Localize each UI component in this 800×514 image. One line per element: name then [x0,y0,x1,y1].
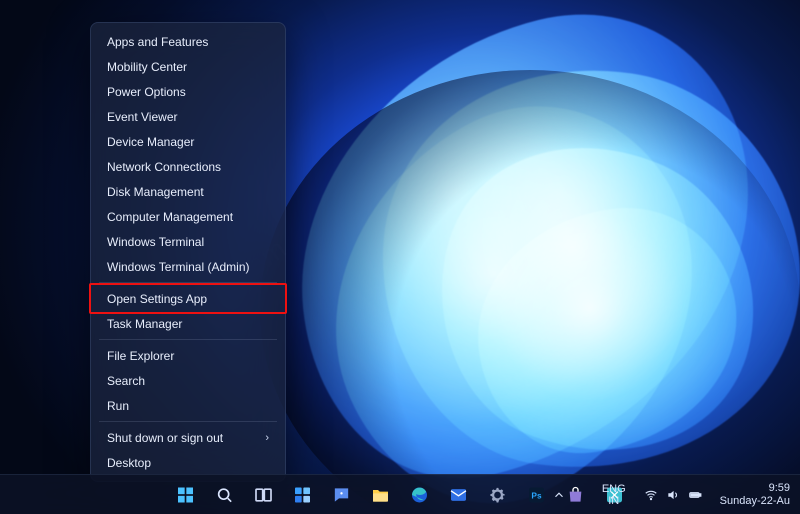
taskbar-file-explorer-icon[interactable] [364,478,398,512]
winx-item-disk-management[interactable]: Disk Management [93,179,283,204]
language-indicator[interactable]: ENG IN [598,478,630,512]
clock-date: Sunday-22-Au [720,495,790,508]
winx-item-desktop[interactable]: Desktop [93,450,283,475]
winx-item-device-manager[interactable]: Device Manager [93,129,283,154]
menu-separator [99,339,277,340]
winx-item-run[interactable]: Run [93,393,283,418]
winx-item-label: Network Connections [107,160,221,174]
winx-item-event-viewer[interactable]: Event Viewer [93,104,283,129]
winx-item-label: Windows Terminal (Admin) [107,260,249,274]
winx-item-label: Open Settings App [107,292,207,306]
winx-item-label: Mobility Center [107,60,187,74]
taskbar-chat-icon[interactable] [325,478,359,512]
menu-separator [99,421,277,422]
winx-item-label: Desktop [107,456,151,470]
battery-icon [688,488,702,502]
taskbar-edge-icon[interactable] [403,478,437,512]
winx-context-menu[interactable]: Apps and Features Mobility Center Power Op… [90,22,286,482]
taskbar-mail-icon[interactable] [442,478,476,512]
taskbar-clock[interactable]: 9:59 Sunday-22-Au [716,478,794,512]
taskbar-search-icon[interactable] [208,478,242,512]
winx-item-network-connections[interactable]: Network Connections [93,154,283,179]
winx-item-label: Task Manager [107,317,182,331]
winx-item-label: Power Options [107,85,186,99]
taskbar-widgets-icon[interactable] [286,478,320,512]
wifi-icon [644,488,658,502]
winx-item-power-options[interactable]: Power Options [93,79,283,104]
winx-item-label: Search [107,374,145,388]
winx-item-mobility-center[interactable]: Mobility Center [93,54,283,79]
language-primary: ENG [602,483,626,495]
winx-item-shut-down-or-sign-out[interactable]: Shut down or sign out › [93,425,283,450]
clock-time: 9:59 [720,482,790,495]
tray-status-group[interactable] [640,478,706,512]
language-secondary: IN [602,495,626,507]
tray-overflow-chevron[interactable] [548,478,570,512]
chevron-right-icon: › [265,432,269,444]
winx-item-windows-terminal-admin[interactable]: Windows Terminal (Admin) [93,254,283,279]
winx-item-windows-terminal[interactable]: Windows Terminal [93,229,283,254]
winx-item-apps-and-features[interactable]: Apps and Features [93,29,283,54]
winx-item-computer-management[interactable]: Computer Management [93,204,283,229]
system-tray: ENG IN 9:59 Sunday-22-Au [548,475,794,514]
winx-item-file-explorer[interactable]: File Explorer [93,343,283,368]
svg-text:Ps: Ps [531,490,542,500]
winx-item-label: Computer Management [107,210,233,224]
winx-item-label: Run [107,399,129,413]
winx-item-search[interactable]: Search [93,368,283,393]
taskbar: Ps ENG IN 9:59 S [0,474,800,514]
winx-item-label: Disk Management [107,185,204,199]
winx-item-label: Device Manager [107,135,194,149]
winx-item-task-manager[interactable]: Task Manager [93,311,283,336]
winx-item-label: Event Viewer [107,110,177,124]
taskbar-task-view-icon[interactable] [247,478,281,512]
taskbar-start-icon[interactable] [169,478,203,512]
menu-separator [99,282,277,283]
volume-icon [666,488,680,502]
taskbar-settings-icon[interactable] [481,478,515,512]
winx-item-open-settings-app[interactable]: Open Settings App [93,286,283,311]
winx-item-label: Apps and Features [107,35,208,49]
winx-item-label: Shut down or sign out [107,431,223,445]
winx-item-label: File Explorer [107,349,174,363]
winx-item-label: Windows Terminal [107,235,204,249]
onedrive-icon[interactable] [580,478,588,512]
